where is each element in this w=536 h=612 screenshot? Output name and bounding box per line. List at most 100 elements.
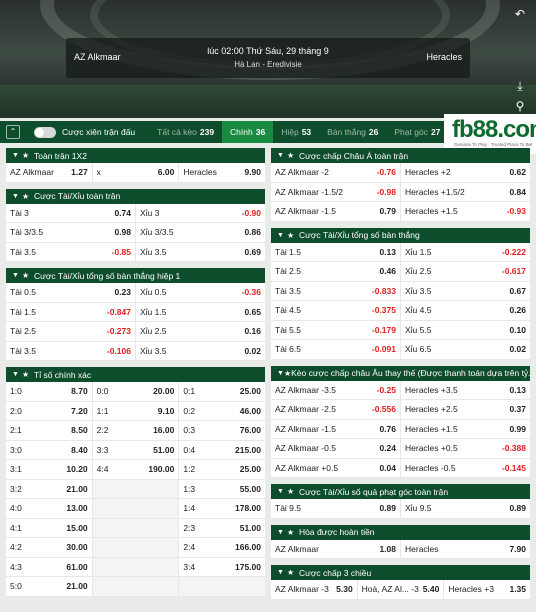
odds-cell[interactable]: Tài 2.5 0.46 — [271, 262, 401, 281]
collapse-icon[interactable]: ▼ — [12, 272, 22, 279]
collapse-icon[interactable]: ▼ — [12, 371, 22, 378]
odds-cell[interactable]: Xỉu 2.5 -0.617 — [401, 262, 530, 281]
odds-cell[interactable]: 0:4 215.00 — [179, 440, 266, 459]
market-header[interactable]: ▼ ★ Cược chấp 3 chiều — [271, 565, 530, 580]
collapse-icon[interactable]: ▼ — [12, 152, 22, 159]
odds-cell[interactable]: Tài 1.5 0.13 — [271, 242, 401, 261]
odds-cell[interactable]: 2:0 7.20 — [6, 401, 93, 420]
odds-cell[interactable]: 2:3 51.00 — [179, 518, 266, 537]
odds-cell[interactable]: 4:4 190.00 — [92, 460, 180, 479]
odds-cell[interactable]: Xỉu 1.5 -0.222 — [401, 242, 530, 261]
odds-cell[interactable]: Heracles +3.5 0.13 — [401, 380, 530, 399]
odds-cell[interactable]: AZ Alkmaar 1.27 — [6, 163, 93, 182]
odds-cell[interactable]: AZ Alkmaar -3 5.30 — [271, 580, 358, 599]
odds-cell[interactable]: Hoà, AZ Al... -3 5.40 — [357, 580, 445, 599]
collapse-icon[interactable]: ▼ — [277, 152, 287, 159]
collapse-icon[interactable]: ▼ — [277, 488, 287, 495]
odds-cell[interactable]: 1:4 178.00 — [179, 499, 266, 518]
odds-cell[interactable]: 0:1 25.00 — [179, 382, 266, 401]
favorite-star-icon[interactable]: ★ — [22, 370, 34, 379]
tab-half[interactable]: Hiệp 53 — [273, 121, 319, 143]
odds-cell[interactable]: Xỉu 1.5 0.65 — [136, 302, 265, 321]
odds-cell[interactable]: 3:3 51.00 — [92, 440, 180, 459]
odds-cell[interactable]: Tài 6.5 -0.091 — [271, 340, 401, 359]
odds-cell[interactable]: Xỉu 3.5 0.67 — [401, 281, 530, 300]
market-header[interactable]: ▼ ★ Cược Tài/Xỉu tổng số bàn thắng — [271, 227, 530, 243]
collapse-icon[interactable]: ▼ — [277, 529, 287, 536]
odds-cell[interactable]: Tài 0.5 0.23 — [6, 283, 136, 302]
market-header[interactable]: ▼ ★ Cược Tài/Xỉu tổng số bàn thắng hiệp 1 — [6, 268, 265, 283]
odds-cell[interactable]: Tài 5.5 -0.179 — [271, 320, 401, 339]
odds-cell[interactable]: 2:2 16.00 — [92, 421, 180, 440]
odds-cell[interactable]: Tài 4.5 -0.375 — [271, 301, 401, 320]
odds-cell[interactable]: Xỉu 9.5 0.89 — [401, 499, 530, 518]
favorite-star-icon[interactable]: ★ — [287, 487, 299, 496]
odds-cell[interactable]: AZ Alkmaar -1.5/2 -0.98 — [271, 182, 401, 201]
odds-cell[interactable]: Xỉu 2.5 0.16 — [136, 322, 265, 341]
odds-cell[interactable]: Tài 9.5 0.89 — [271, 499, 401, 518]
collapse-icon[interactable]: ▼ — [277, 232, 287, 239]
market-header[interactable]: ▼ ★ Cược chấp Châu Á toàn trận — [271, 148, 530, 163]
favorite-star-icon[interactable]: ★ — [287, 568, 299, 577]
odds-cell[interactable]: AZ Alkmaar -0.5 0.24 — [271, 439, 401, 458]
back-icon[interactable]: ↶ — [512, 6, 528, 22]
odds-cell[interactable]: AZ Alkmaar -3.5 -0.25 — [271, 380, 401, 399]
odds-cell[interactable]: Tài 3.5 -0.833 — [271, 281, 401, 300]
odds-cell[interactable]: Xỉu 6.5 0.02 — [401, 340, 530, 359]
collapse-icon[interactable]: ▼ — [12, 193, 22, 200]
market-header[interactable]: ▼ ★ Tỉ số chính xác — [6, 367, 265, 382]
parlay-toggle[interactable] — [34, 126, 56, 138]
market-header[interactable]: ▼ ★ Cược Tài/Xỉu toàn trận — [6, 188, 265, 204]
odds-cell[interactable]: Tài 3/3.5 0.98 — [6, 223, 136, 242]
odds-cell[interactable]: 1:2 25.00 — [179, 460, 266, 479]
odds-cell[interactable]: 5:0 21.00 — [6, 577, 93, 596]
odds-cell[interactable]: Heracles +0.5 -0.388 — [401, 439, 530, 458]
odds-cell[interactable]: Tài 3.5 -0.85 — [6, 242, 136, 261]
collapse-all-icon[interactable]: ⌃ — [6, 125, 20, 139]
odds-cell[interactable]: 0:2 46.00 — [179, 401, 266, 420]
pin-icon[interactable]: ⚲ — [512, 98, 528, 114]
odds-cell[interactable]: AZ Alkmaar -2.5 -0.556 — [271, 400, 401, 419]
market-header[interactable]: ▼ ★ Kèo cược chấp châu Âu thay thế (Được t… — [271, 365, 530, 381]
odds-cell[interactable]: 2:4 166.00 — [179, 538, 266, 557]
tab-goals[interactable]: Bàn thắng 26 — [319, 121, 386, 143]
odds-cell[interactable]: Heracles -0.5 -0.145 — [401, 458, 530, 477]
odds-cell[interactable]: AZ Alkmaar -1.5 0.76 — [271, 419, 401, 438]
favorite-star-icon[interactable]: ★ — [22, 271, 34, 280]
odds-cell[interactable]: AZ Alkmaar -2 -0.76 — [271, 163, 401, 182]
odds-cell[interactable]: AZ Alkmaar +0.5 0.04 — [271, 458, 401, 477]
odds-cell[interactable]: Heracles +1.5 -0.93 — [401, 202, 530, 221]
odds-cell[interactable]: 0:0 20.00 — [92, 382, 180, 401]
odds-cell[interactable]: Heracles 9.90 — [179, 163, 266, 182]
odds-cell[interactable]: Xỉu 3/3.5 0.86 — [136, 223, 265, 242]
favorite-star-icon[interactable]: ★ — [22, 192, 34, 201]
odds-cell[interactable]: Tài 1.5 -0.847 — [6, 302, 136, 321]
odds-cell[interactable]: Heracles +3 1.35 — [444, 580, 531, 599]
favorite-star-icon[interactable]: ★ — [284, 369, 291, 378]
tab-all[interactable]: Tất cả kèo 239 — [149, 121, 222, 143]
market-header[interactable]: ▼ ★ Toàn trận 1X2 — [6, 148, 265, 163]
odds-cell[interactable]: 2:1 8.50 — [6, 421, 93, 440]
odds-cell[interactable]: Heracles 7.90 — [401, 539, 530, 558]
odds-cell[interactable]: Tài 3.5 -0.106 — [6, 341, 136, 360]
odds-cell[interactable]: Xỉu 3.5 0.02 — [136, 341, 265, 360]
odds-cell[interactable]: AZ Alkmaar -1.5 0.79 — [271, 202, 401, 221]
odds-cell[interactable]: 4:1 15.00 — [6, 518, 93, 537]
favorite-star-icon[interactable]: ★ — [287, 151, 299, 160]
odds-cell[interactable]: Heracles +2 0.62 — [401, 163, 530, 182]
odds-cell[interactable]: 3:2 21.00 — [6, 479, 93, 498]
tab-main[interactable]: Chính 36 — [222, 121, 274, 143]
market-header[interactable]: ▼ ★ Hòa được hoàn tiền — [271, 524, 530, 540]
odds-cell[interactable]: Tài 3 0.74 — [6, 203, 136, 222]
favorite-star-icon[interactable]: ★ — [22, 151, 34, 160]
odds-cell[interactable]: Xỉu 5.5 0.10 — [401, 320, 530, 339]
download-icon[interactable]: ⤓ — [512, 78, 528, 94]
odds-cell[interactable]: Xỉu 3 -0.90 — [136, 203, 265, 222]
market-header[interactable]: ▼ ★ Cược Tài/Xỉu số quả phạt góc toàn trận — [271, 484, 530, 499]
odds-cell[interactable]: Xỉu 3.5 0.69 — [136, 242, 265, 261]
favorite-star-icon[interactable]: ★ — [287, 528, 299, 537]
odds-cell[interactable]: 4:2 30.00 — [6, 538, 93, 557]
odds-cell[interactable]: Heracles +1.5 0.99 — [401, 419, 530, 438]
tab-corners[interactable]: Phạt góc 27 — [386, 121, 448, 143]
odds-cell[interactable]: 3:0 8.40 — [6, 440, 93, 459]
